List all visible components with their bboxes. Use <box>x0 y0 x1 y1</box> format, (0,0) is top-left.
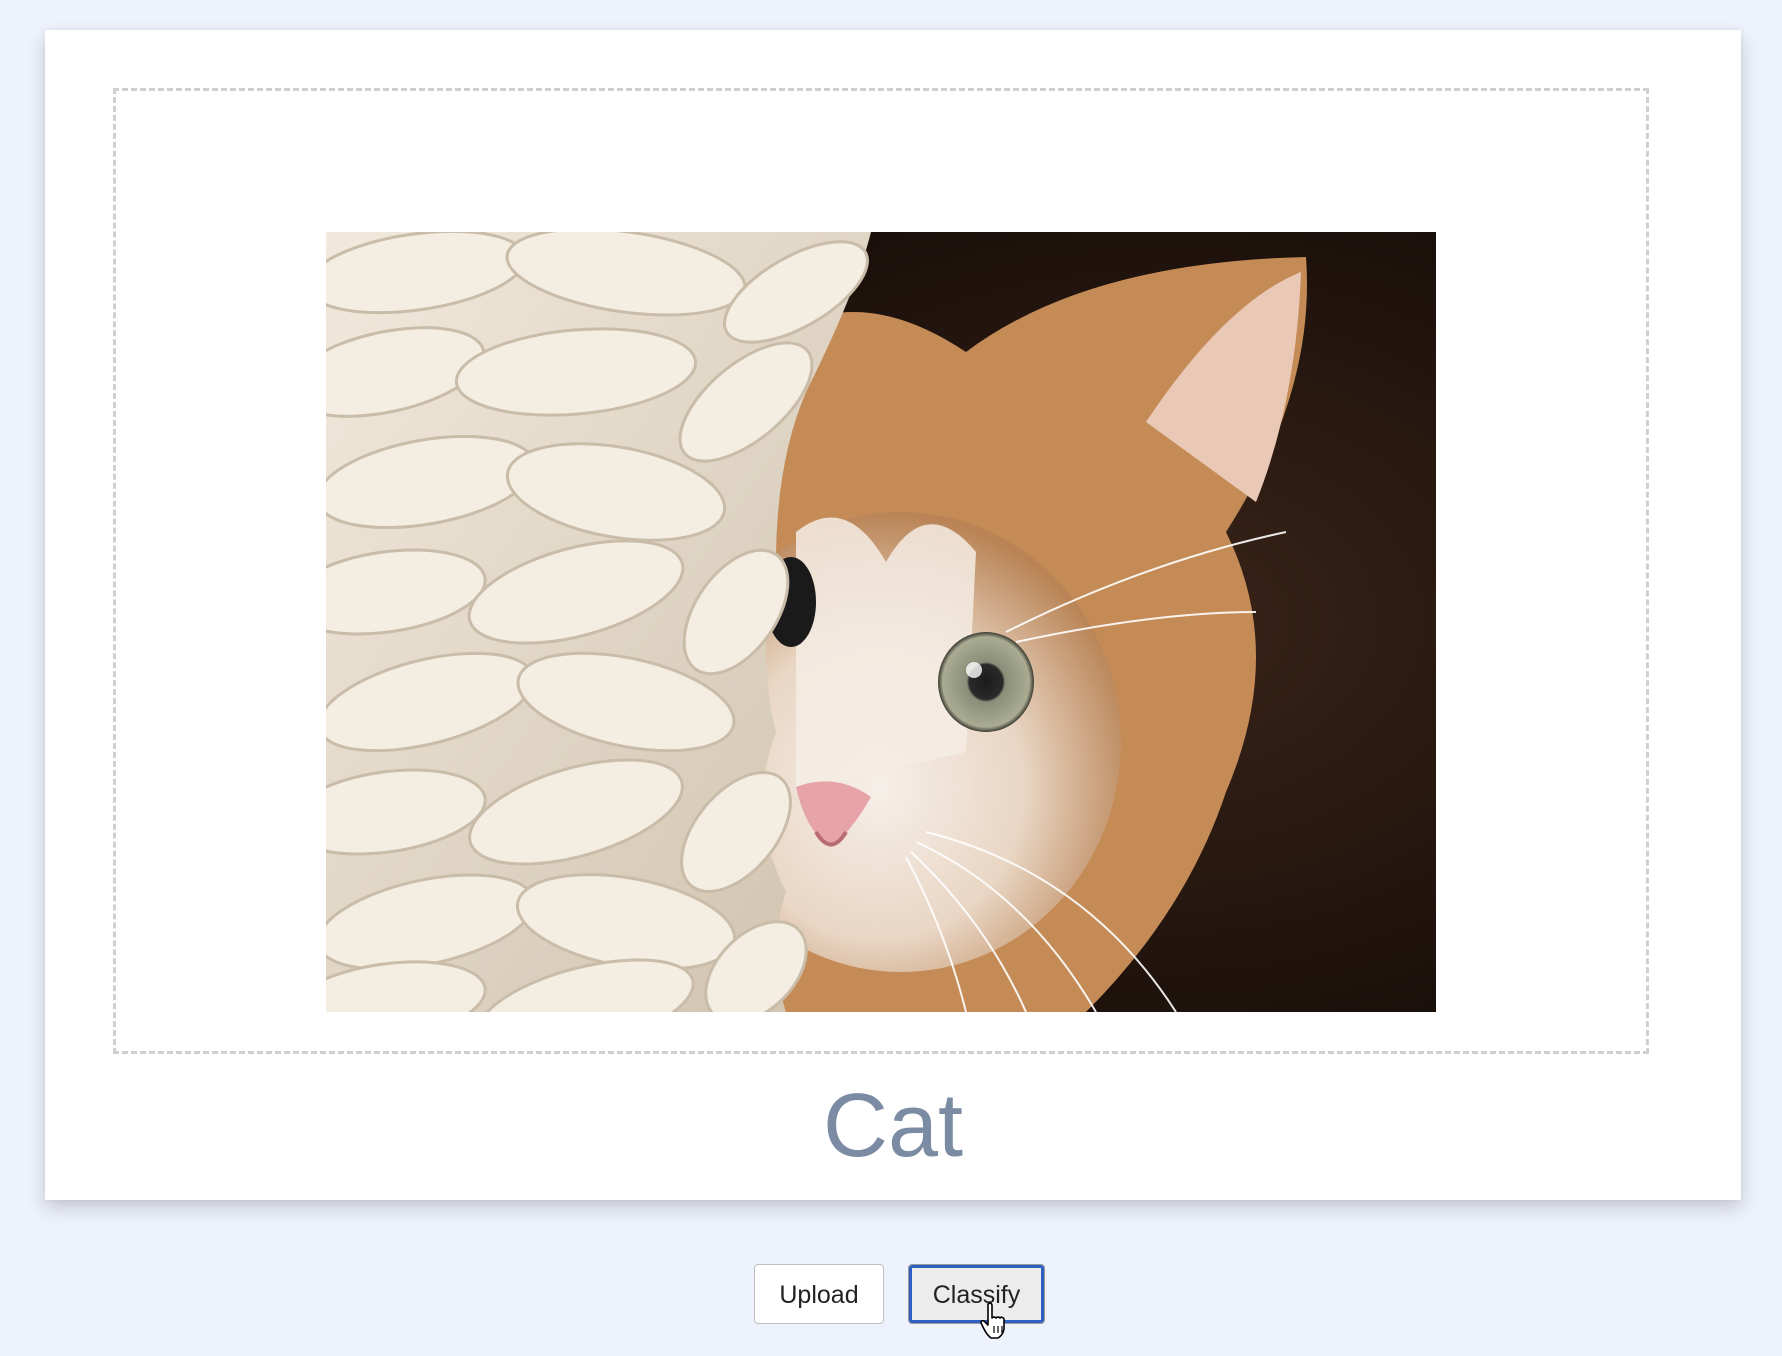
hand-pointer-icon <box>980 1302 1008 1340</box>
upload-button[interactable]: Upload <box>754 1264 884 1324</box>
classification-result: Cat <box>822 1076 964 1176</box>
classify-button[interactable]: Classify <box>908 1264 1045 1324</box>
main-card: Cat <box>45 30 1741 1200</box>
cat-photo <box>326 232 1436 1012</box>
action-bar: Upload Classify <box>0 1264 1782 1326</box>
image-dropzone[interactable] <box>113 88 1649 1054</box>
